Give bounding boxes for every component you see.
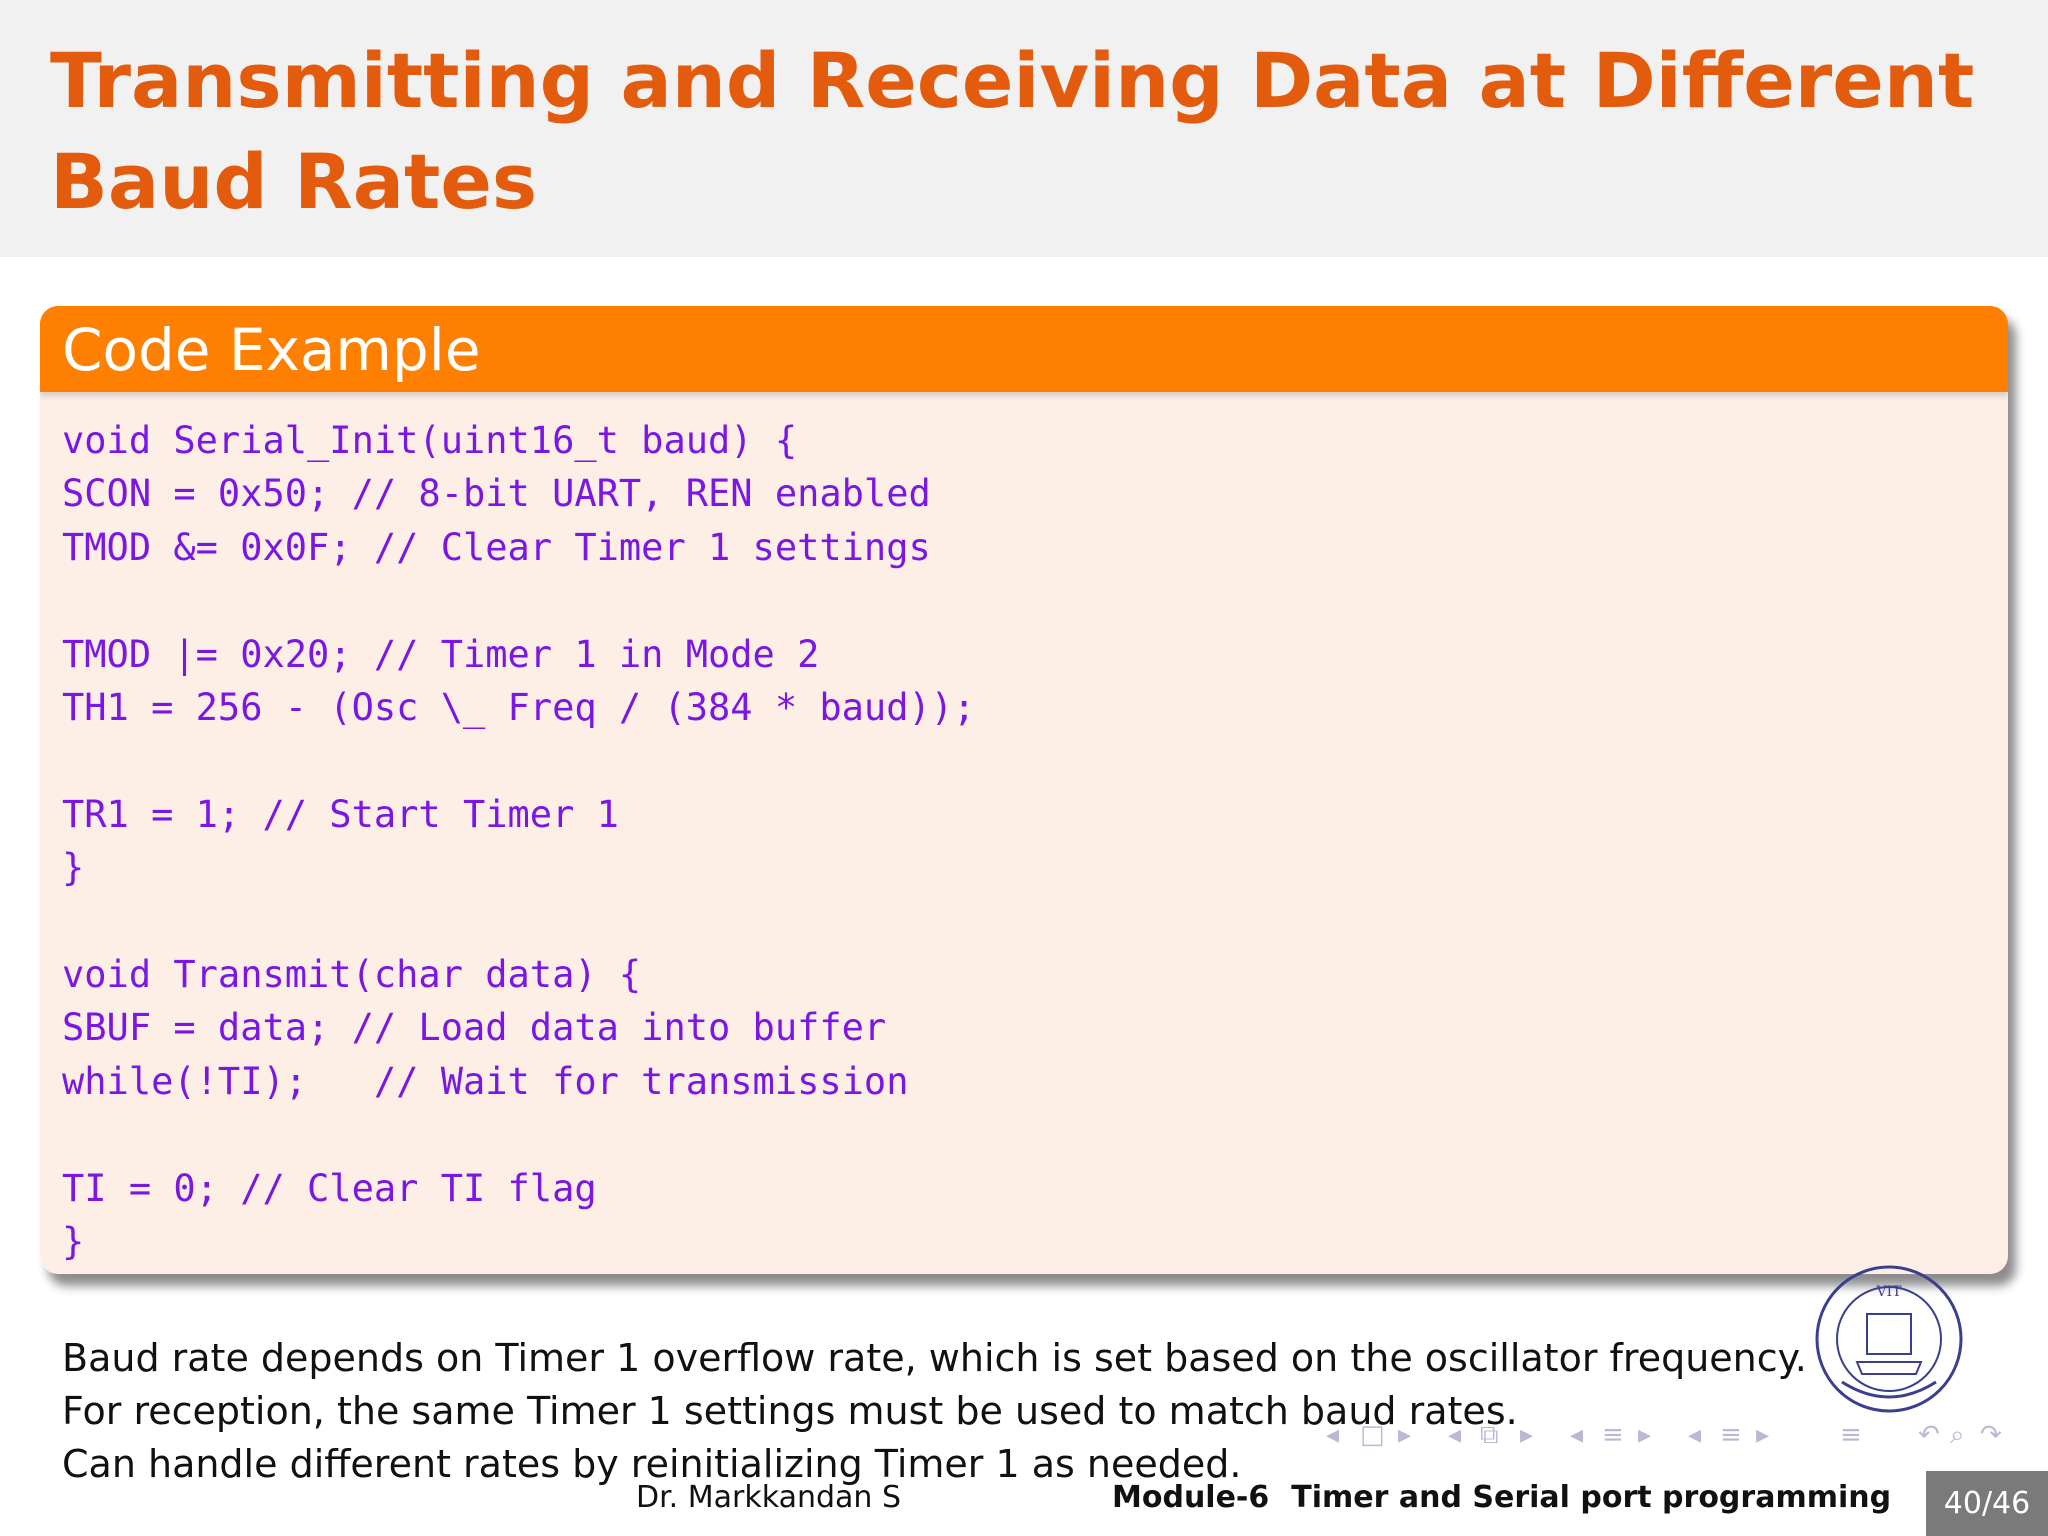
nav-toc-icon[interactable]: ≡ xyxy=(1840,1420,1862,1450)
nav-forward-icon[interactable]: ↷ xyxy=(1980,1420,2002,1450)
nav-subsection-icon[interactable]: ⧉ xyxy=(1480,1420,1499,1451)
footer-module-number: Module-6 xyxy=(1112,1480,1270,1515)
beamer-navigation: ◂ □ ▸ ◂ ⧉ ▸ ◂ ≡ ▸ ◂ ≡ ▸ ≡ ↶ ⌕ ↷ xyxy=(1320,1420,2040,1456)
slide-title: Transmitting and Receiving Data at Diffe… xyxy=(50,36,1975,226)
nav-prev-chapter-icon[interactable]: ◂ xyxy=(1688,1420,1701,1450)
nav-chapter-icon[interactable]: ≡ xyxy=(1720,1420,1742,1450)
nav-search-icon[interactable]: ⌕ xyxy=(1950,1420,1965,1451)
nav-frame-icon[interactable]: □ xyxy=(1360,1420,1385,1450)
nav-prev-subsection-icon[interactable]: ◂ xyxy=(1448,1420,1461,1450)
nav-next-subsection-icon[interactable]: ▸ xyxy=(1520,1420,1533,1450)
notes: Baud rate depends on Timer 1 overflow ra… xyxy=(62,1332,1807,1491)
title-bar: Transmitting and Receiving Data at Diffe… xyxy=(0,0,2048,257)
nav-next-section-icon[interactable]: ▸ xyxy=(1638,1420,1651,1450)
nav-section-icon[interactable]: ≡ xyxy=(1602,1420,1624,1450)
footer-topic: Timer and Serial port programming xyxy=(1291,1480,1892,1515)
block-header: Code Example xyxy=(40,306,2008,392)
nav-prev-section-icon[interactable]: ◂ xyxy=(1570,1420,1583,1450)
note-line: Baud rate depends on Timer 1 overflow ra… xyxy=(62,1336,1807,1380)
nav-prev-frame-icon[interactable]: ◂ xyxy=(1326,1420,1339,1450)
code-example-block: Code Example void Serial_Init(uint16_t b… xyxy=(40,306,2008,1274)
svg-text:VIT: VIT xyxy=(1876,1284,1903,1300)
footer-author: Dr. Markkandan S xyxy=(636,1480,901,1515)
nav-next-chapter-icon[interactable]: ▸ xyxy=(1756,1420,1769,1450)
nav-next-frame-icon[interactable]: ▸ xyxy=(1398,1420,1411,1450)
nav-back-icon[interactable]: ↶ xyxy=(1918,1420,1940,1450)
page-number: 40/46 xyxy=(1926,1471,2048,1536)
code-listing: void Serial_Init(uint16_t baud) { SCON =… xyxy=(62,419,976,1264)
footer-module: Module-6 Timer and Serial port programmin… xyxy=(1112,1480,1891,1515)
block-title: Code Example xyxy=(62,316,481,384)
vit-logo: VIT xyxy=(1815,1265,1963,1413)
